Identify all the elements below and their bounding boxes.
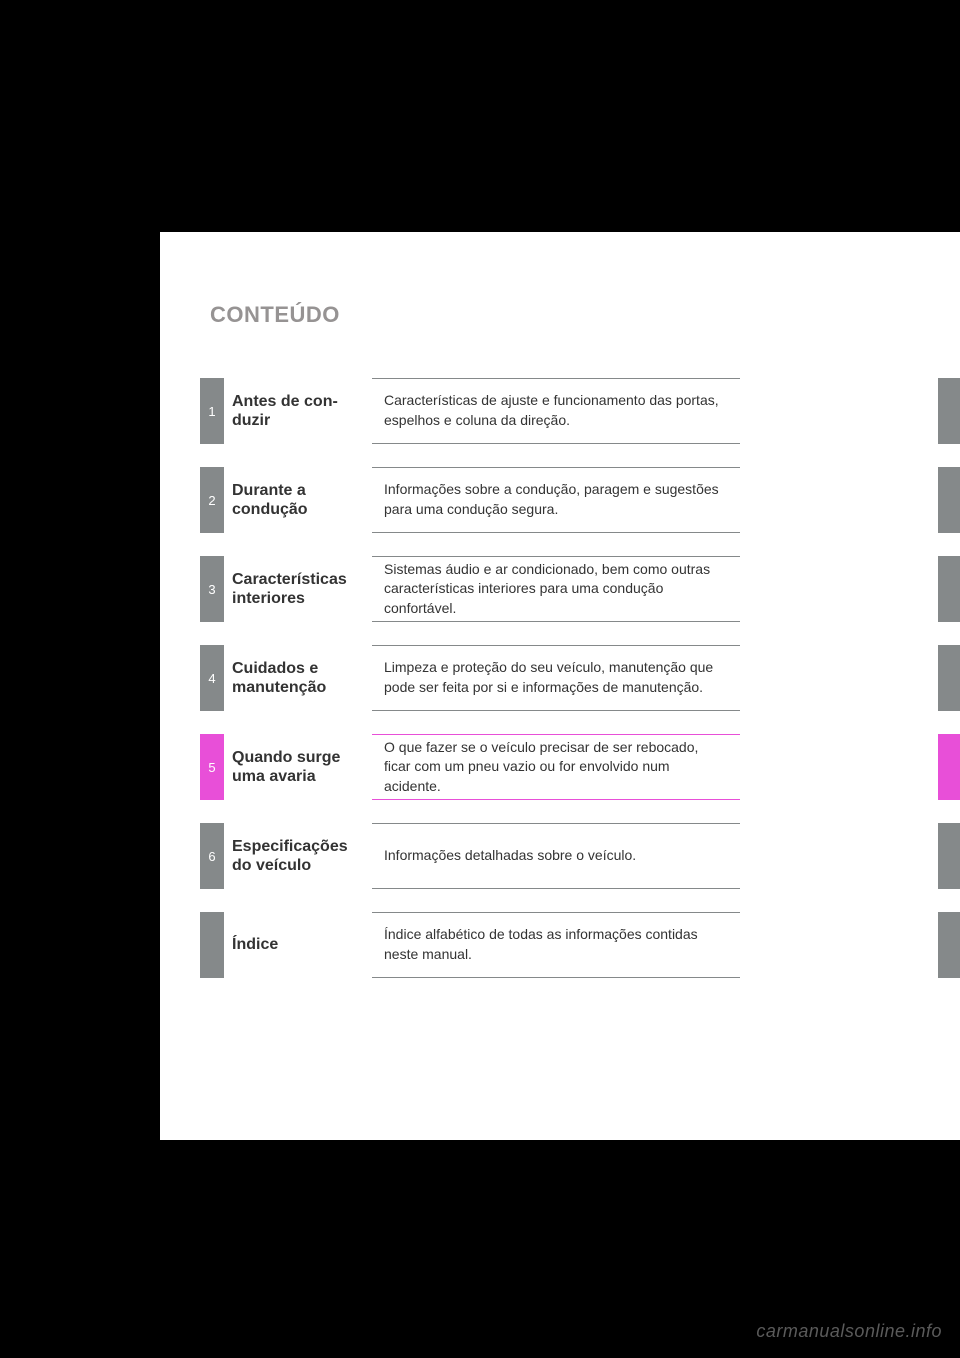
- toc-title: Durante a condução: [224, 467, 372, 533]
- toc-tab: [938, 912, 960, 978]
- toc-row: 6 Especificações do veículo Informações …: [200, 823, 960, 889]
- toc-number: [200, 912, 224, 978]
- toc-description: Sistemas áudio e ar condicionado, bem co…: [372, 556, 740, 622]
- toc-list: 1 Antes de con- duzir Características de…: [200, 378, 960, 978]
- toc-row: 2 Durante a condução Informações sobre a…: [200, 467, 960, 533]
- toc-row: 3 Características interiores Sistemas áu…: [200, 556, 960, 622]
- toc-row: 4 Cuidados e manutenção Limpeza e proteç…: [200, 645, 960, 711]
- toc-row: Índice Índice alfabético de todas as inf…: [200, 912, 960, 978]
- toc-number: 4: [200, 645, 224, 711]
- toc-row: 1 Antes de con- duzir Características de…: [200, 378, 960, 444]
- toc-tab: [938, 734, 960, 800]
- toc-tab: [938, 556, 960, 622]
- toc-description: Limpeza e proteção do seu veículo, manut…: [372, 645, 740, 711]
- toc-description: O que fazer se o veículo precisar de ser…: [372, 734, 740, 800]
- toc-description: Características de ajuste e funcionament…: [372, 378, 740, 444]
- toc-title: Características interiores: [224, 556, 372, 622]
- manual-page: CONTEÚDO 1 Antes de con- duzir Caracterí…: [160, 232, 960, 1140]
- toc-number: 5: [200, 734, 224, 800]
- toc-description: Informações sobre a condução, paragem e …: [372, 467, 740, 533]
- toc-description: Informações detalhadas sobre o veículo.: [372, 823, 740, 889]
- toc-title: Índice: [224, 912, 372, 978]
- toc-number: 2: [200, 467, 224, 533]
- toc-number: 3: [200, 556, 224, 622]
- toc-title: Antes de con- duzir: [224, 378, 372, 444]
- toc-row: 5 Quando surge uma avaria O que fazer se…: [200, 734, 960, 800]
- toc-title: Especificações do veículo: [224, 823, 372, 889]
- toc-tab: [938, 378, 960, 444]
- toc-description: Índice alfabético de todas as informaçõe…: [372, 912, 740, 978]
- watermark: carmanualsonline.info: [756, 1321, 942, 1342]
- toc-number: 1: [200, 378, 224, 444]
- toc-tab: [938, 823, 960, 889]
- toc-title: Quando surge uma avaria: [224, 734, 372, 800]
- toc-tab: [938, 467, 960, 533]
- toc-tab: [938, 645, 960, 711]
- toc-title: Cuidados e manutenção: [224, 645, 372, 711]
- page-title: CONTEÚDO: [210, 302, 960, 328]
- toc-number: 6: [200, 823, 224, 889]
